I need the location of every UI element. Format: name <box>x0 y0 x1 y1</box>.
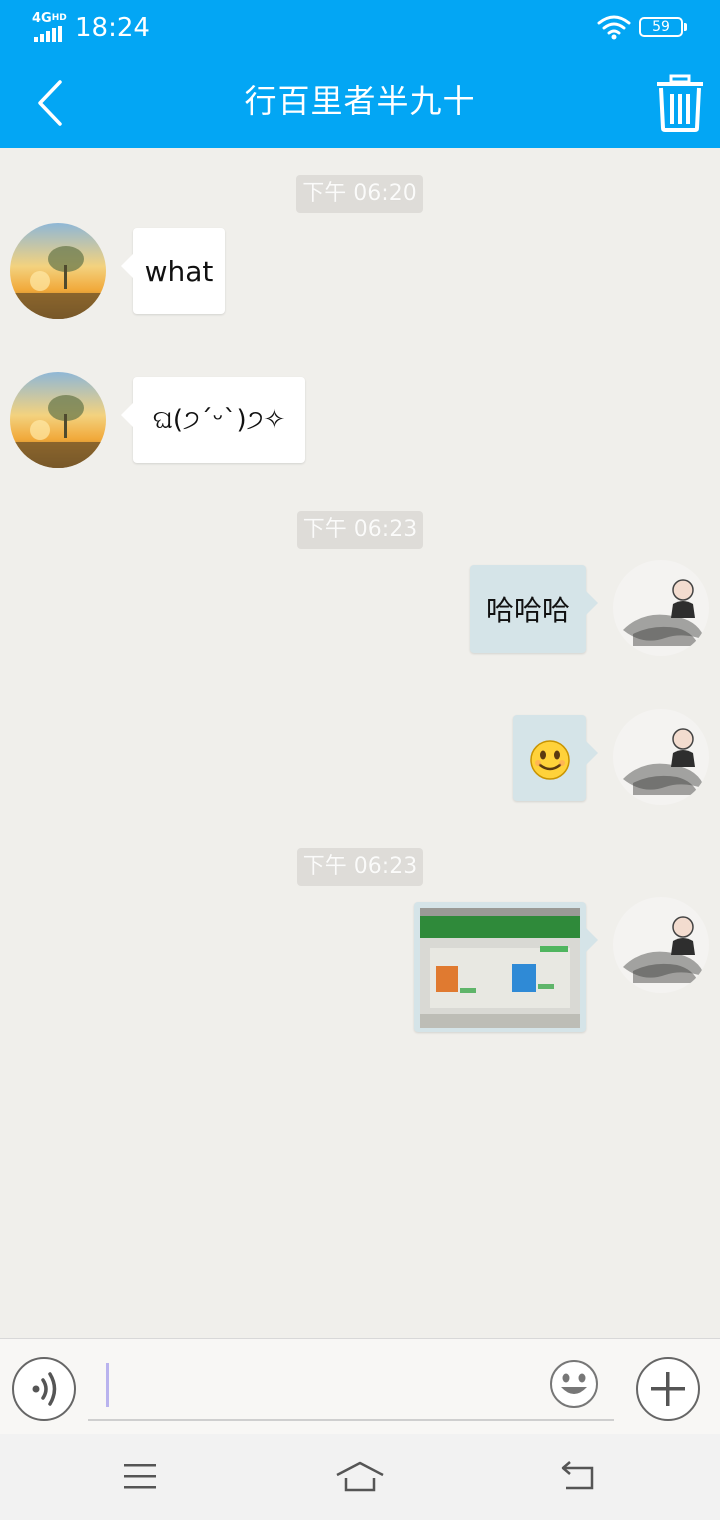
add-attachment-button[interactable] <box>636 1357 700 1421</box>
message-text: 哈哈哈 <box>485 594 570 627</box>
menu-icon[interactable] <box>120 1458 160 1494</box>
contact-avatar[interactable] <box>10 223 106 319</box>
bubble-tail <box>121 403 133 427</box>
time-divider: 下午 06:23 <box>297 848 423 886</box>
trash-icon[interactable] <box>655 74 705 132</box>
message-text: what <box>144 254 214 288</box>
voice-button[interactable] <box>12 1357 76 1421</box>
battery-indicator: 59 <box>639 17 683 37</box>
message-input-bar <box>0 1338 720 1435</box>
bubble-tail <box>586 591 598 615</box>
time-divider: 下午 06:20 <box>296 175 423 213</box>
message-input[interactable] <box>88 1353 614 1421</box>
user-avatar[interactable] <box>613 709 709 805</box>
wifi-icon <box>597 15 631 40</box>
signal-icon <box>34 26 62 42</box>
user-avatar[interactable] <box>613 897 709 993</box>
title-bar: 行百里者半九十 <box>0 58 720 148</box>
emoji-icon[interactable] <box>549 1359 599 1409</box>
network-indicator: 4GHD <box>32 10 72 42</box>
voice-icon <box>32 1372 57 1406</box>
chat-area[interactable]: 下午 06:20 what ଘ(੭ˊᵕˋ)੭✧ 下午 06:23 哈哈哈 下午 … <box>0 148 720 1338</box>
message-bubble-incoming[interactable]: ଘ(੭ˊᵕˋ)੭✧ <box>121 377 305 463</box>
image-thumbnail[interactable] <box>420 908 580 1028</box>
plus-icon <box>651 1372 685 1406</box>
battery-tip <box>684 23 687 31</box>
text-caret <box>106 1363 109 1407</box>
time-divider: 下午 06:23 <box>297 511 423 549</box>
status-time: 18:24 <box>75 13 150 43</box>
smiling-face-emoji-icon <box>530 740 570 780</box>
system-nav-bar <box>0 1434 720 1520</box>
message-bubble-outgoing[interactable] <box>414 902 598 1032</box>
contact-avatar[interactable] <box>10 372 106 468</box>
home-icon[interactable] <box>334 1458 386 1494</box>
return-icon[interactable] <box>558 1458 598 1494</box>
message-bubble-outgoing[interactable] <box>513 715 598 801</box>
bubble-tail <box>121 254 133 278</box>
conversation-title: 行百里者半九十 <box>244 82 476 120</box>
user-avatar[interactable] <box>613 560 709 656</box>
battery-level: 59 <box>652 19 670 35</box>
message-bubble-incoming[interactable]: what <box>121 228 225 314</box>
back-chevron-icon[interactable] <box>30 78 70 128</box>
status-bar: 4GHD 18:24 59 <box>0 0 720 58</box>
bubble-tail <box>586 928 598 952</box>
network-label: 4GHD <box>32 11 67 26</box>
message-bubble-outgoing[interactable]: 哈哈哈 <box>470 565 598 653</box>
message-text: ଘ(੭ˊᵕˋ)੭✧ <box>152 404 286 435</box>
bubble-tail <box>586 741 598 765</box>
